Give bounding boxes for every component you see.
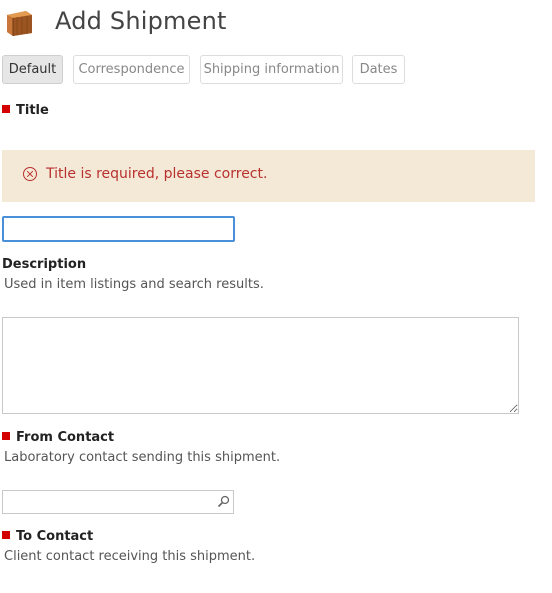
box-icon xyxy=(7,11,32,36)
required-marker xyxy=(2,105,10,113)
error-circle-icon xyxy=(23,167,37,181)
error-message-box: Title is required, please correct. xyxy=(2,150,535,202)
title-input[interactable] xyxy=(2,216,235,242)
page-title: Add Shipment xyxy=(55,7,227,35)
tab-correspondence[interactable]: Correspondence xyxy=(73,55,190,84)
description-textarea[interactable] xyxy=(2,317,519,414)
to-contact-label-text: To Contact xyxy=(16,529,94,544)
from-contact-field xyxy=(2,490,234,514)
tab-default[interactable]: Default xyxy=(2,55,63,84)
description-help: Used in item listings and search results… xyxy=(4,277,264,292)
from-contact-label: From Contact xyxy=(2,430,114,445)
title-label-text: Title xyxy=(16,103,49,118)
page-header: Add Shipment xyxy=(4,4,544,38)
description-label: Description xyxy=(2,257,87,272)
tab-dates[interactable]: Dates xyxy=(352,55,405,84)
error-message-text: Title is required, please correct. xyxy=(46,166,268,182)
from-contact-input[interactable] xyxy=(3,491,221,513)
required-marker xyxy=(2,531,10,539)
to-contact-label: To Contact xyxy=(2,529,93,544)
to-contact-help: Client contact receiving this shipment. xyxy=(4,549,256,564)
title-label: Title xyxy=(2,103,49,118)
tab-shipping-information[interactable]: Shipping information xyxy=(200,55,343,84)
required-marker xyxy=(2,432,10,440)
search-icon[interactable] xyxy=(217,495,230,508)
from-contact-help: Laboratory contact sending this shipment… xyxy=(4,450,281,465)
from-contact-label-text: From Contact xyxy=(16,430,115,445)
